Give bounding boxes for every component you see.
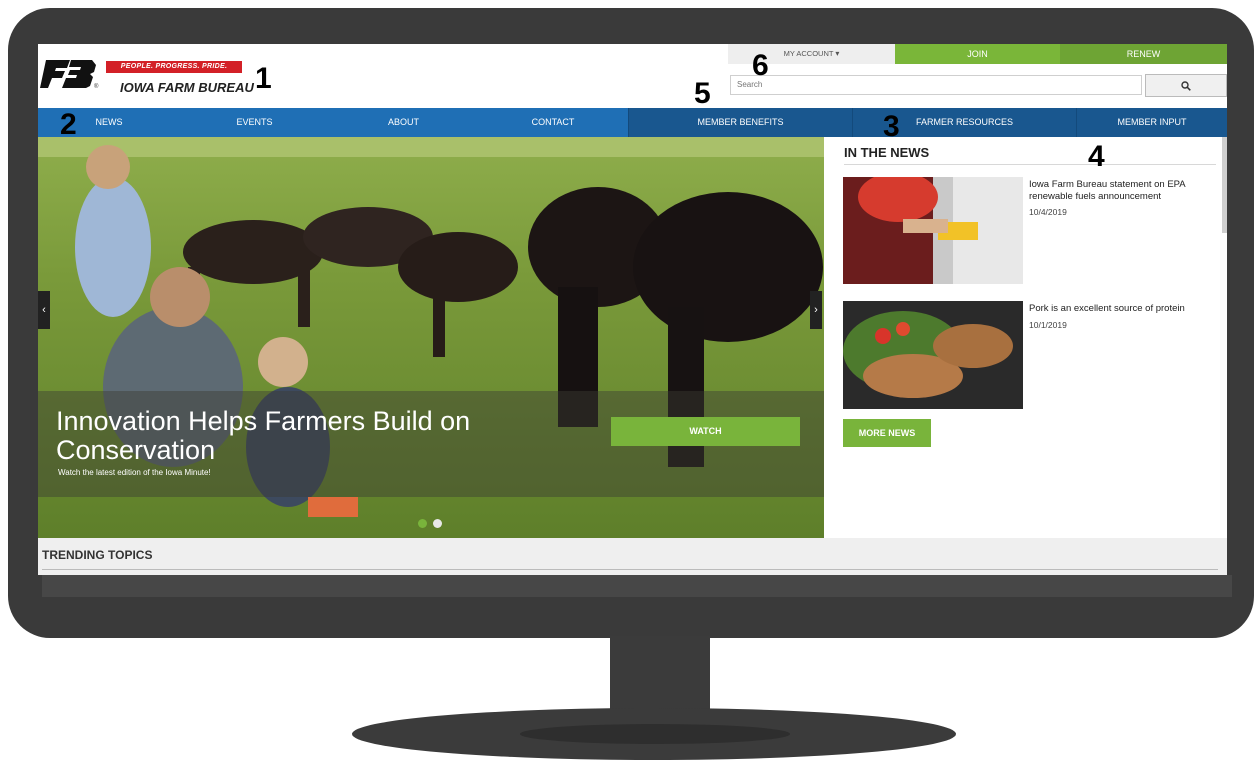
fb-logo-icon (40, 60, 96, 88)
page-scrollbar[interactable] (1222, 137, 1227, 233)
in-the-news-panel: IN THE NEWS Iowa Farm Bureau statement o… (824, 137, 1227, 538)
browser-screen: ® PEOPLE. PROGRESS. PRIDE. IOWA FARM BUR… (38, 44, 1227, 575)
registered-mark: ® (94, 84, 99, 90)
org-name: IOWA FARM BUREAU (120, 80, 254, 95)
monitor-base-shadow (520, 724, 790, 744)
join-button[interactable]: JOIN (895, 44, 1060, 64)
watch-button[interactable]: WATCH (611, 417, 800, 446)
chevron-down-icon: ▾ (835, 49, 840, 58)
tagline-banner: PEOPLE. PROGRESS. PRIDE. (106, 61, 242, 73)
search-button[interactable] (1145, 74, 1227, 97)
trending-heading: TRENDING TOPICS (42, 548, 153, 562)
annotation-3: 3 (883, 110, 900, 143)
search-input[interactable] (730, 75, 1142, 95)
annotation-5: 5 (694, 77, 711, 110)
carousel-dot-1[interactable] (418, 519, 427, 528)
nav-item-events[interactable]: EVENTS (180, 108, 329, 137)
news-item-1-date: 10/4/2019 (1029, 207, 1067, 217)
more-news-button[interactable]: MORE NEWS (843, 419, 931, 447)
news-item-1-image[interactable] (843, 177, 1023, 284)
carousel-next-button[interactable]: › (810, 291, 822, 329)
carousel-dots (418, 519, 442, 528)
nav-item-contact[interactable]: CONTACT (478, 108, 628, 137)
annotation-2: 2 (60, 108, 77, 141)
hero-title: Innovation Helps Farmers Build on Conser… (56, 406, 471, 465)
annotation-6: 6 (752, 49, 769, 82)
renew-button[interactable]: RENEW (1060, 44, 1227, 64)
news-item-2-image[interactable] (843, 301, 1023, 409)
chevron-left-icon: ‹ (42, 304, 46, 316)
carousel-prev-button[interactable]: ‹ (38, 291, 50, 329)
trending-divider (42, 569, 1218, 570)
news-heading: IN THE NEWS (844, 145, 930, 160)
account-bar: MY ACCOUNT ▾ JOIN RENEW (728, 44, 1227, 64)
search-icon (1181, 80, 1191, 91)
my-account-label: MY ACCOUNT (783, 49, 834, 58)
annotation-1: 1 (255, 62, 272, 95)
news-divider (844, 164, 1216, 165)
news-item-2-date: 10/1/2019 (1029, 320, 1067, 330)
trending-topics-section: TRENDING TOPICS (38, 538, 1227, 575)
chevron-right-icon: › (814, 304, 818, 316)
main-nav: NEWS EVENTS ABOUT CONTACT MEMBER BENEFIT… (38, 108, 1227, 137)
hero-carousel: Innovation Helps Farmers Build on Conser… (38, 137, 824, 538)
nav-item-member-input[interactable]: MEMBER INPUT (1076, 108, 1227, 137)
news-item-2-title[interactable]: Pork is an excellent source of protein (1029, 303, 1214, 315)
annotation-4: 4 (1088, 140, 1105, 173)
nav-item-member-benefits[interactable]: MEMBER BENEFITS (628, 108, 852, 137)
monitor-chin (42, 575, 1232, 597)
news-item-1-title[interactable]: Iowa Farm Bureau statement on EPA renewa… (1029, 179, 1214, 203)
carousel-dot-2[interactable] (433, 519, 442, 528)
hero-subtitle: Watch the latest edition of the Iowa Min… (58, 468, 211, 477)
nav-item-about[interactable]: ABOUT (329, 108, 478, 137)
